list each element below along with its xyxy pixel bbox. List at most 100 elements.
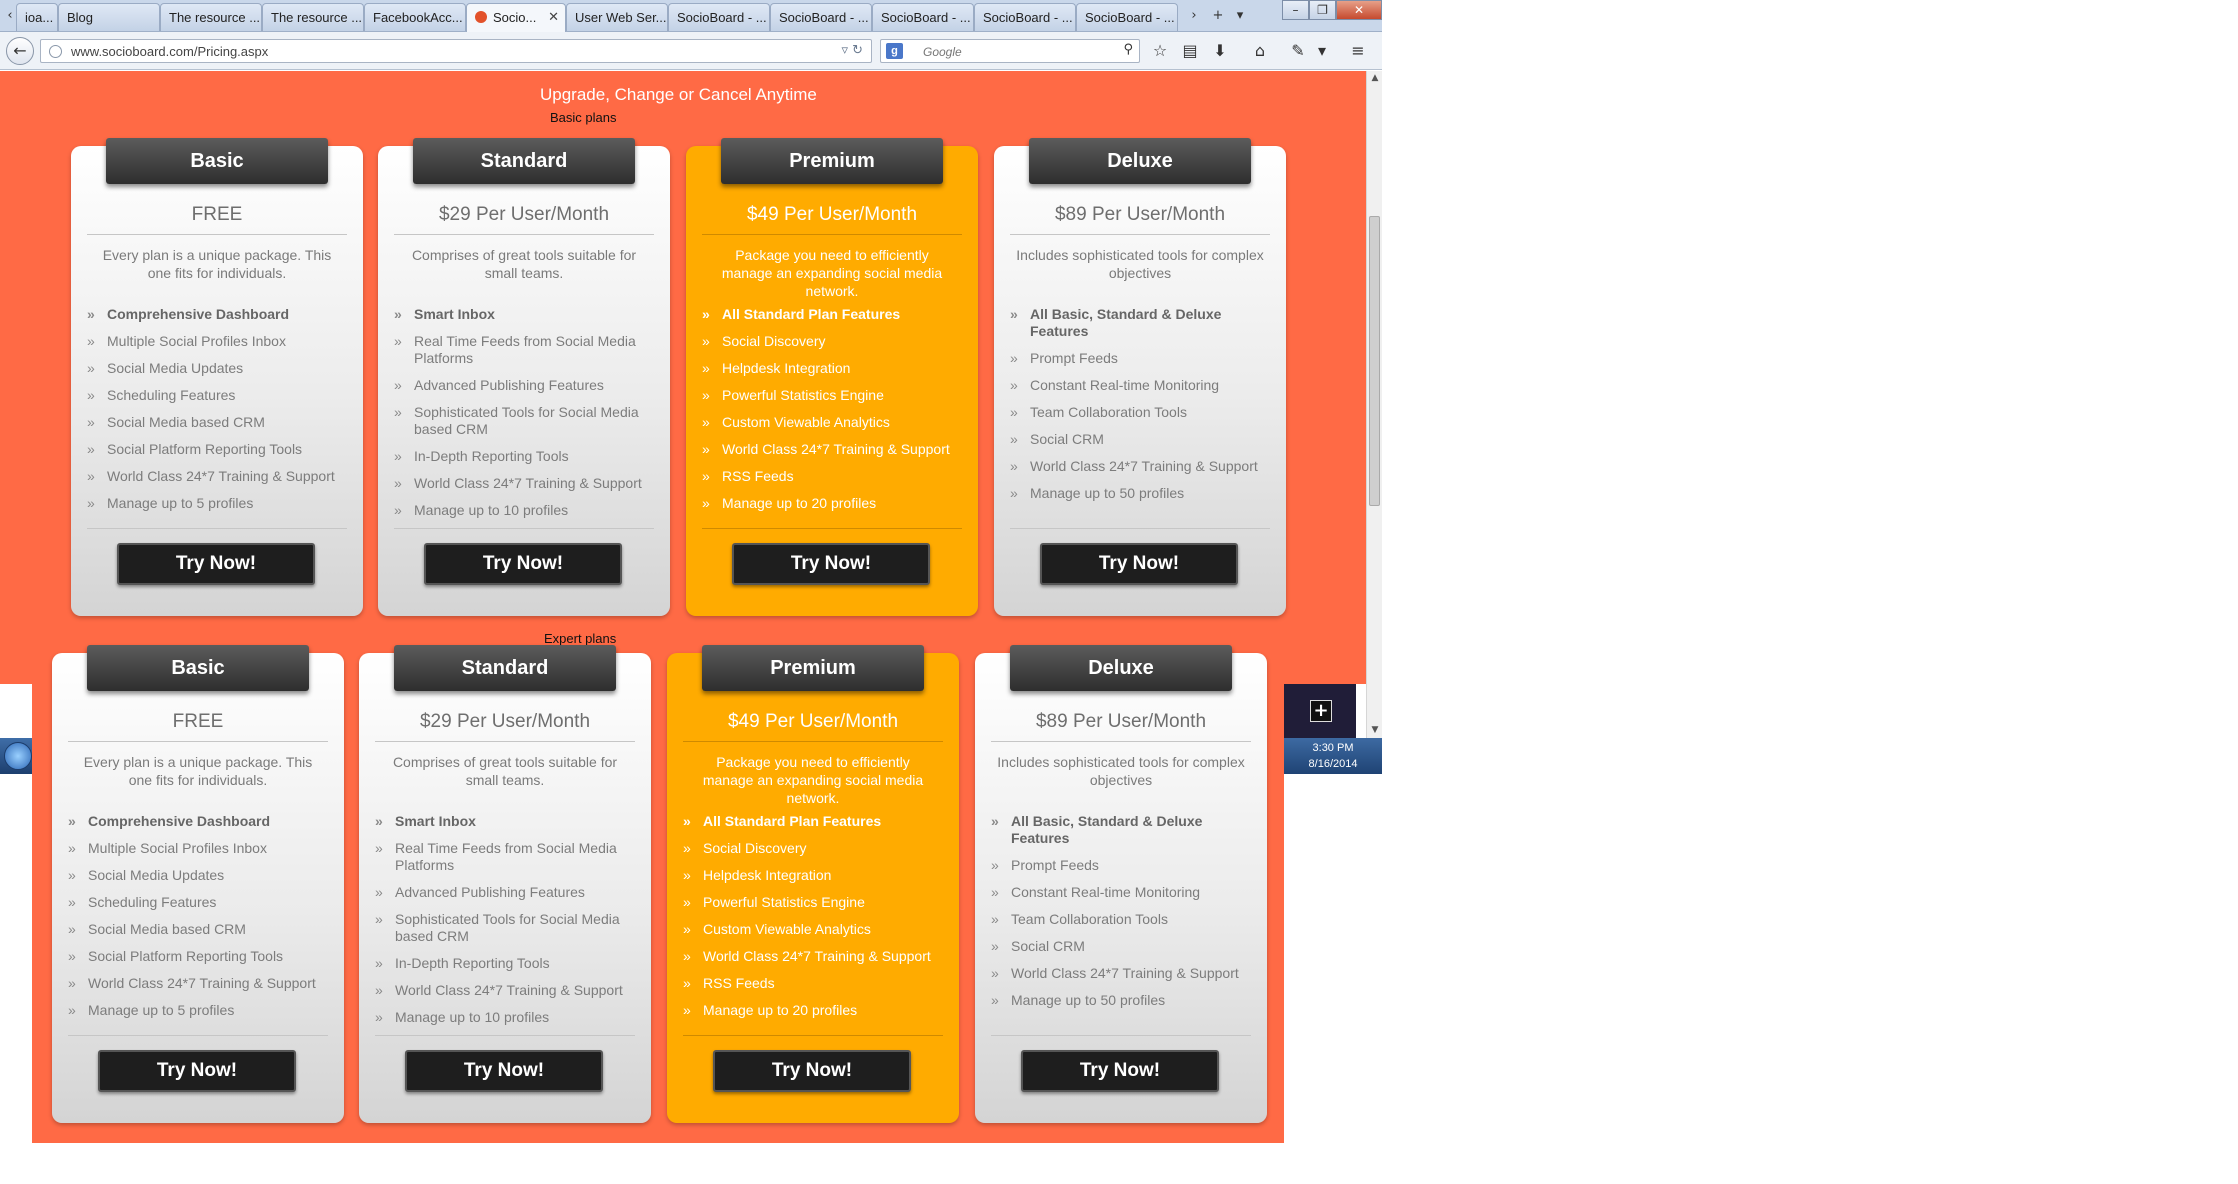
menu-icon[interactable]: ≡ bbox=[1346, 41, 1370, 61]
tab-8[interactable]: SocioBoard - ... bbox=[770, 3, 872, 31]
feature-item: World Class 24*7 Training & Support bbox=[702, 441, 962, 458]
try-now-button[interactable]: Try Now! bbox=[1021, 1050, 1219, 1092]
feature-item: All Standard Plan Features bbox=[683, 813, 943, 830]
feature-item: Manage up to 50 profiles bbox=[1010, 485, 1270, 502]
screen: ‹ ioa... Blog The resource ... The resou… bbox=[0, 0, 2238, 1184]
tab-label: The resource ... bbox=[271, 10, 363, 25]
feature-item: World Class 24*7 Training & Support bbox=[394, 475, 654, 492]
maximize-icon[interactable]: ❐ bbox=[1309, 0, 1336, 20]
tab-label: SocioBoard - ... bbox=[1085, 10, 1175, 25]
tab-label: Blog bbox=[67, 10, 94, 25]
feature-item: World Class 24*7 Training & Support bbox=[375, 982, 635, 999]
tab-6[interactable]: User Web Ser... bbox=[566, 3, 668, 31]
search-icon[interactable]: ⚲ bbox=[1123, 42, 1133, 57]
try-now-button[interactable]: Try Now! bbox=[713, 1050, 911, 1092]
feature-item: Social Platform Reporting Tools bbox=[68, 948, 328, 965]
tab-label: SocioBoard - ... bbox=[881, 10, 971, 25]
feature-item: Social CRM bbox=[1010, 431, 1270, 448]
try-now-button[interactable]: Try Now! bbox=[1040, 543, 1238, 585]
feature-item: Scheduling Features bbox=[87, 387, 347, 404]
feature-item: Manage up to 20 profiles bbox=[683, 1002, 943, 1019]
feature-list: All Basic, Standard & Deluxe Features Pr… bbox=[991, 813, 1251, 1019]
tab-1[interactable]: Blog bbox=[58, 3, 160, 31]
feature-item: Powerful Statistics Engine bbox=[683, 894, 943, 911]
address-bar[interactable]: www.socioboard.com/Pricing.aspx ▿ ↻ bbox=[40, 39, 872, 63]
feature-list: All Standard Plan Features Social Discov… bbox=[702, 306, 962, 522]
section-label-basic: Basic plans bbox=[550, 110, 617, 125]
search-box[interactable]: g Google ⚲ bbox=[880, 39, 1140, 63]
back-arrow-icon[interactable]: ← bbox=[6, 37, 34, 65]
tab-label: The resource ... bbox=[169, 10, 261, 25]
addon-chevron-icon[interactable]: ▾ bbox=[1310, 41, 1334, 61]
tab-9[interactable]: SocioBoard - ... bbox=[872, 3, 974, 31]
plan-price: FREE bbox=[191, 204, 243, 225]
vertical-scrollbar[interactable]: ▲ ▼ bbox=[1366, 71, 1382, 738]
tab-10[interactable]: SocioBoard - ... bbox=[974, 3, 1076, 31]
section-label-expert: Expert plans bbox=[544, 631, 617, 646]
feature-list: Comprehensive Dashboard Multiple Social … bbox=[68, 813, 328, 1029]
try-now-button[interactable]: Try Now! bbox=[117, 543, 315, 585]
tab-label: SocioBoard - ... bbox=[779, 10, 869, 25]
feature-item: All Basic, Standard & Deluxe Features bbox=[991, 813, 1251, 847]
try-now-button[interactable]: Try Now! bbox=[405, 1050, 603, 1092]
plan-description: Comprises of great tools suitable for sm… bbox=[411, 247, 637, 281]
feature-item: World Class 24*7 Training & Support bbox=[683, 948, 943, 965]
new-tab-plus-icon[interactable]: + bbox=[1210, 4, 1226, 28]
tab-2[interactable]: The resource ... bbox=[160, 3, 262, 31]
addon-icon[interactable]: ✎ bbox=[1286, 41, 1310, 61]
plan-card-standard: Standard $29 Per User/Month Comprises of… bbox=[378, 138, 670, 616]
close-window-icon[interactable]: ✕ bbox=[1336, 0, 1382, 20]
try-now-button[interactable]: Try Now! bbox=[98, 1050, 296, 1092]
divider bbox=[1010, 234, 1270, 235]
google-engine-icon[interactable]: g bbox=[886, 43, 903, 59]
start-orb-icon[interactable] bbox=[4, 742, 32, 770]
scroll-up-icon[interactable]: ▲ bbox=[1367, 73, 1383, 83]
feature-item: Manage up to 10 profiles bbox=[375, 1009, 635, 1026]
plan-description: Every plan is a unique package. This one… bbox=[83, 754, 313, 788]
plan-price: $29 Per User/Month bbox=[438, 204, 610, 225]
feature-item: Manage up to 50 profiles bbox=[991, 992, 1251, 1009]
plan-card-basic: Basic FREE Every plan is a unique packag… bbox=[71, 138, 363, 616]
clipboard-icon[interactable]: ▤ bbox=[1178, 41, 1202, 61]
scrollbar-thumb[interactable] bbox=[1369, 216, 1380, 506]
divider bbox=[702, 234, 962, 235]
plan-price: $49 Per User/Month bbox=[746, 204, 918, 225]
feature-item: World Class 24*7 Training & Support bbox=[991, 965, 1251, 982]
plus-icon[interactable]: + bbox=[1310, 700, 1332, 722]
feature-item: Comprehensive Dashboard bbox=[68, 813, 328, 830]
pricing-headline: Upgrade, Change or Cancel Anytime bbox=[540, 85, 817, 104]
tab-active[interactable]: Socio... ✕ bbox=[466, 3, 566, 33]
plan-name: Standard bbox=[413, 138, 635, 184]
navigation-bar: ← www.socioboard.com/Pricing.aspx ▿ ↻ g … bbox=[0, 32, 1382, 70]
download-icon[interactable]: ⬇ bbox=[1208, 41, 1232, 61]
tab-list-chevron-icon[interactable]: ▾ bbox=[1232, 4, 1248, 28]
divider bbox=[394, 234, 654, 235]
plan-name: Basic bbox=[87, 645, 309, 691]
tab-label: Socio... bbox=[493, 10, 537, 25]
tab-4[interactable]: FacebookAcc... bbox=[364, 3, 466, 31]
minimize-icon[interactable]: – bbox=[1282, 0, 1309, 20]
divider bbox=[702, 528, 962, 529]
feature-item: RSS Feeds bbox=[683, 975, 943, 992]
refresh-icon[interactable]: ▿ ↻ bbox=[841, 43, 863, 58]
tab-7[interactable]: SocioBoard - ... bbox=[668, 3, 770, 31]
try-now-button[interactable]: Try Now! bbox=[732, 543, 930, 585]
tab-0[interactable]: ioa... bbox=[16, 3, 58, 31]
divider bbox=[87, 234, 347, 235]
tab-11[interactable]: SocioBoard - ... bbox=[1076, 3, 1178, 31]
try-now-button[interactable]: Try Now! bbox=[424, 543, 622, 585]
feature-list: All Standard Plan Features Social Discov… bbox=[683, 813, 943, 1029]
feature-item: Social Platform Reporting Tools bbox=[87, 441, 347, 458]
tab-3[interactable]: The resource ... bbox=[262, 3, 364, 31]
tab-label: SocioBoard - ... bbox=[677, 10, 767, 25]
plan-price: $49 Per User/Month bbox=[727, 711, 899, 732]
system-clock[interactable]: 3:30 PM 8/16/2014 bbox=[1284, 738, 1382, 774]
feature-item: Multiple Social Profiles Inbox bbox=[87, 333, 347, 350]
tab-scroll-right-icon[interactable]: › bbox=[1186, 4, 1202, 28]
feature-item: Social Media based CRM bbox=[68, 921, 328, 938]
plan-name: Deluxe bbox=[1010, 645, 1232, 691]
close-tab-icon[interactable]: ✕ bbox=[548, 9, 559, 25]
home-icon[interactable]: ⌂ bbox=[1248, 41, 1272, 61]
divider bbox=[991, 1035, 1251, 1036]
star-icon[interactable]: ☆ bbox=[1148, 41, 1172, 61]
